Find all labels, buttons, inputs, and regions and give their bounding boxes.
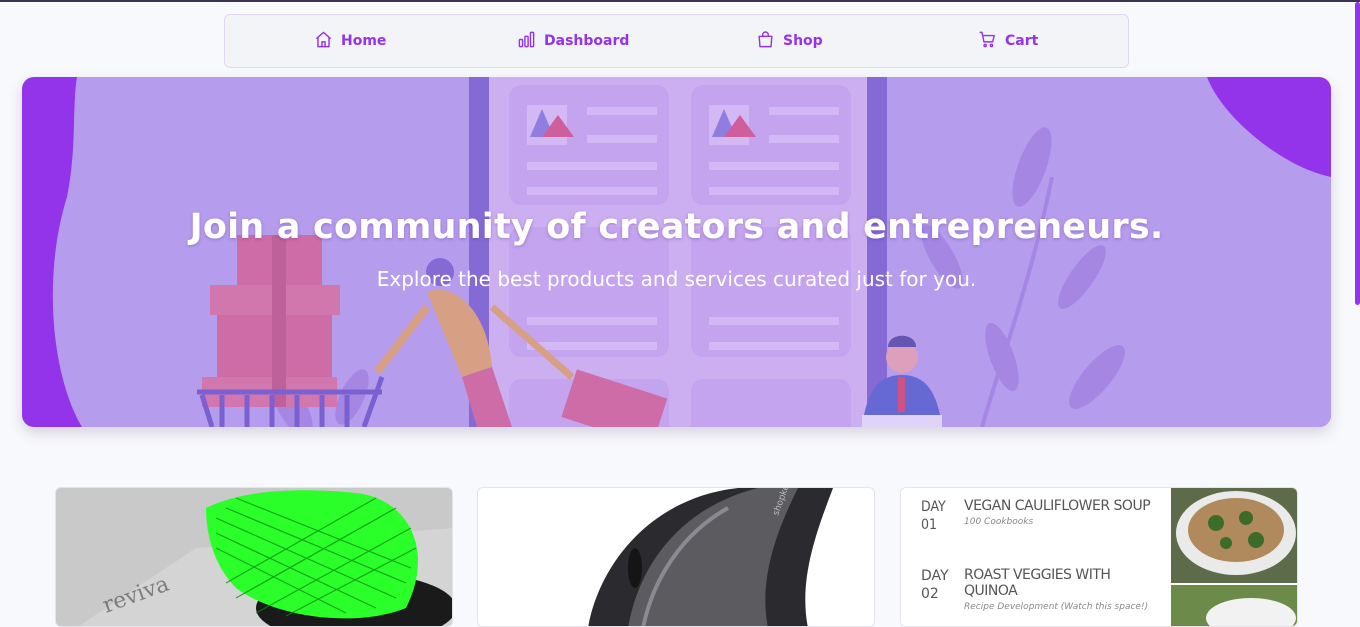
meal-day-2: DAY 02 [921,567,949,603]
nav-dashboard-label: Dashboard [544,33,630,49]
meal-day-number: 02 [921,586,939,602]
product-card[interactable]: DAY 01 VEGAN CAULIFLOWER SOUP 100 Cookbo… [900,487,1298,627]
home-icon [314,30,333,53]
scrollbar-thumb[interactable] [1355,2,1360,305]
hero-banner: Join a community of creators and entrepr… [22,77,1331,427]
meal-day-label: DAY [921,499,946,515]
meal-1: VEGAN CAULIFLOWER SOUP 100 Cookbooks [964,498,1164,527]
nav-shop[interactable]: Shop [756,15,823,67]
hero-illustration [52,77,1331,427]
meal-day-label: DAY [921,568,949,584]
meal-title: ROAST VEGGIES WITH QUINOA [964,567,1111,599]
bar-chart-icon [517,30,536,53]
product-card[interactable]: reviva [55,487,453,627]
product-image-led-mask: reviva [56,488,452,626]
meal-note: 100 Cookbooks [964,517,1034,527]
meal-title: VEGAN CAULIFLOWER SOUP [964,498,1151,514]
nav-cart-label: Cart [1005,33,1039,49]
window-top-border [0,0,1360,2]
meal-day-1: DAY 01 [921,498,946,534]
product-card[interactable]: shopkeeper [477,487,875,627]
meal-day-number: 01 [921,517,938,533]
hero-title: Join a community of creators and entrepr… [189,207,1164,247]
nav-dashboard[interactable]: Dashboard [517,15,629,67]
shopping-bag-icon [756,30,775,53]
product-image-vertical-mouse: shopkeeper [478,488,874,626]
main-nav: Home Dashboard Shop Cart [224,14,1129,68]
nav-home-label: Home [341,33,387,49]
nav-home[interactable]: Home [314,15,386,67]
nav-cart[interactable]: Cart [978,15,1038,67]
hero-subtitle: Explore the best products and services c… [376,267,977,291]
meal-2: ROAST VEGGIES WITH QUINOA Recipe Develop… [964,567,1164,612]
meal-note: Recipe Development (Watch this space!) [964,602,1149,612]
nav-shop-label: Shop [783,33,823,49]
cart-icon [978,30,997,53]
